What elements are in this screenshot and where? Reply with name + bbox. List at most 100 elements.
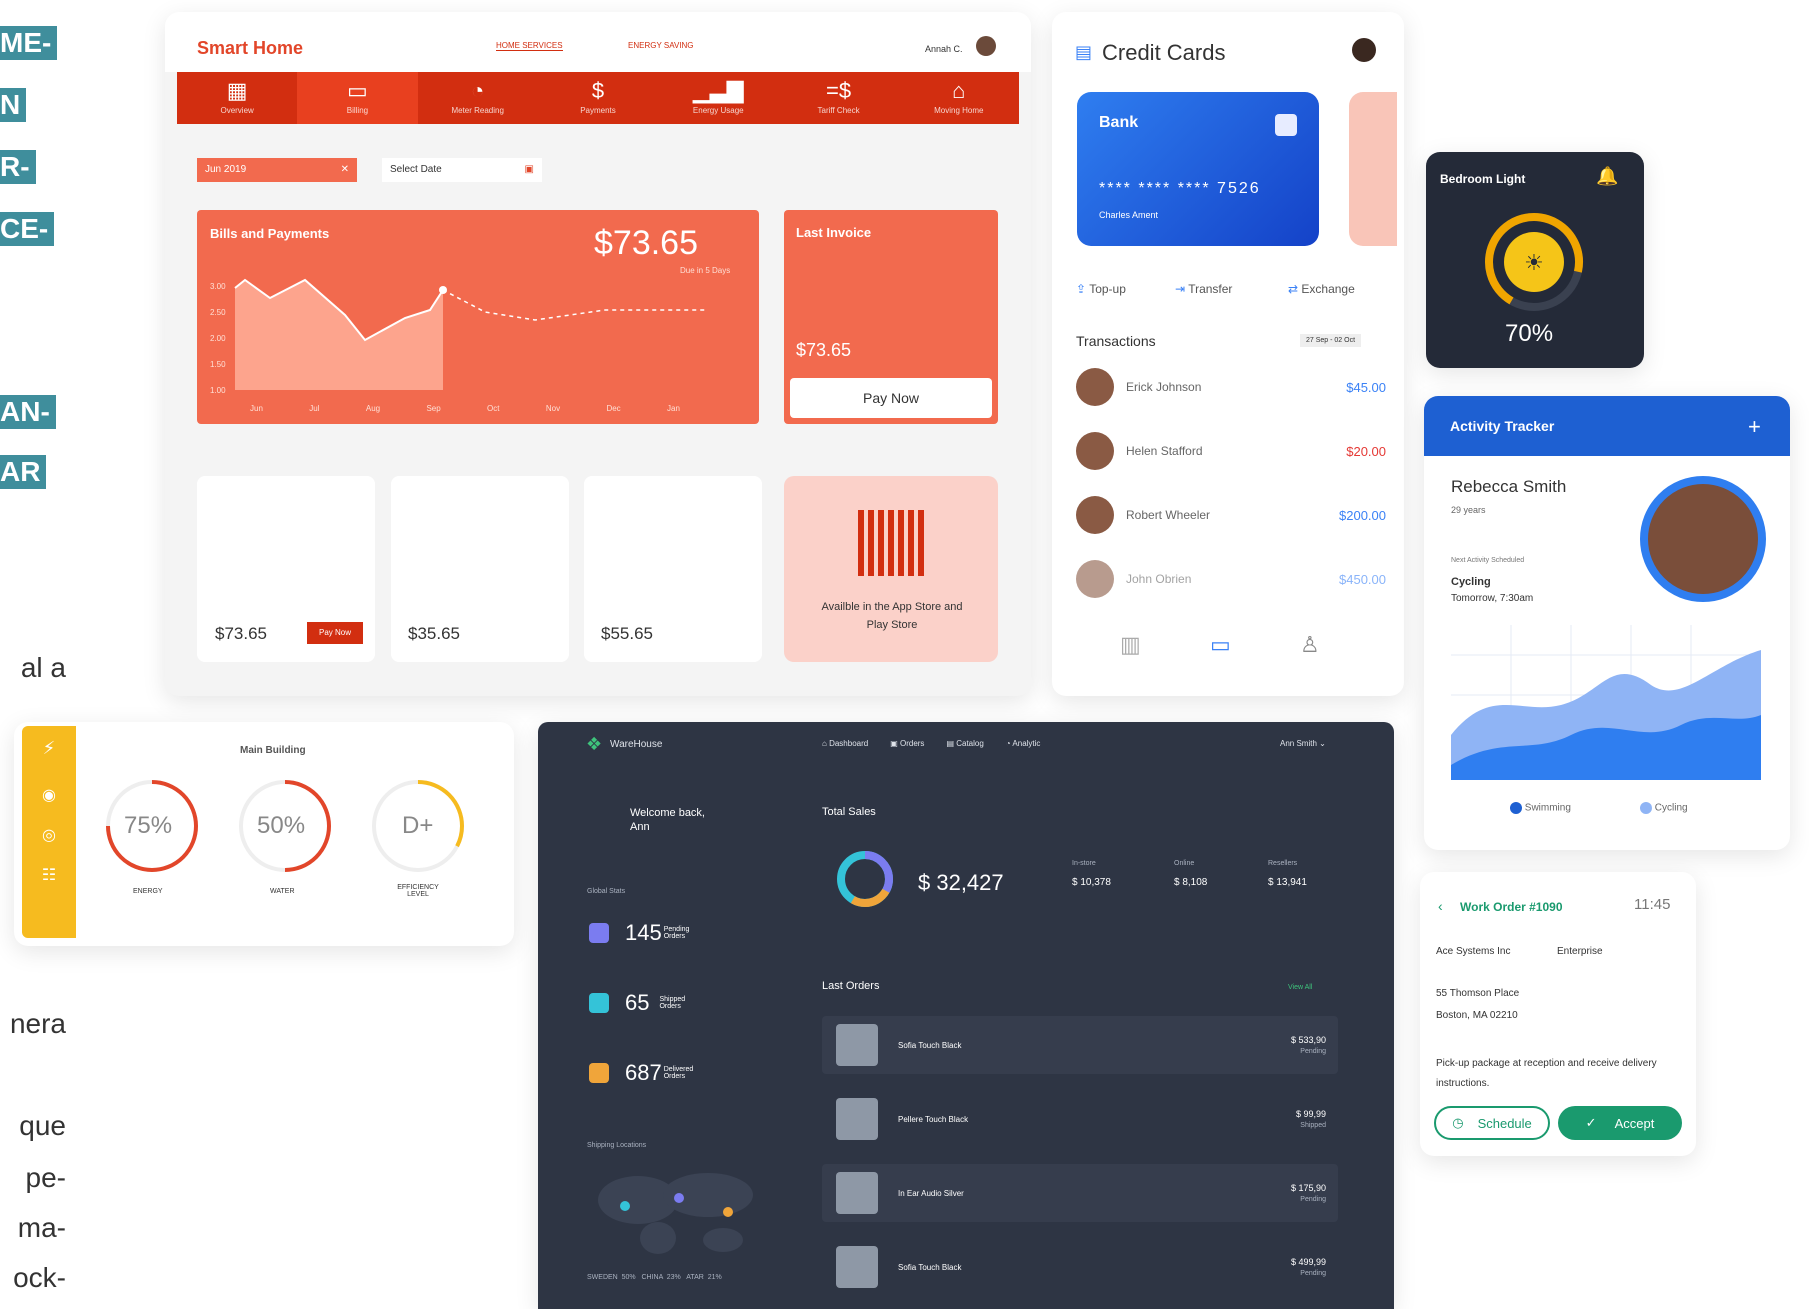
nav-tariff-check[interactable]: =$ Tariff Check <box>778 72 898 124</box>
nav-payments[interactable]: $ Payments <box>538 72 658 124</box>
card-holder: Charles Ament <box>1099 210 1159 220</box>
margin-text: ock- <box>13 1262 66 1293</box>
warehouse-brand: WareHouse <box>610 739 663 750</box>
user-name[interactable]: Annah C. <box>925 44 963 54</box>
accept-button[interactable]: ✓ Accept <box>1558 1106 1682 1140</box>
water-value: 50% <box>257 812 306 839</box>
x-tick: Jan <box>667 404 680 413</box>
energy-value: 75% <box>124 812 173 839</box>
margin-text: ma- <box>17 1212 66 1243</box>
clock-icon: ◷ <box>1452 1115 1464 1130</box>
credit-card[interactable]: Bank **** **** **** 7526 Charles Ament <box>1077 92 1319 246</box>
channel-label: In-store <box>1072 860 1096 867</box>
nav-orders[interactable]: ▣ Orders <box>890 739 924 748</box>
card-icon: ▭ <box>347 78 368 103</box>
grid-icon: ▦ <box>226 78 248 103</box>
exchange-button[interactable]: ⇄ Exchange <box>1288 282 1355 296</box>
product-image <box>836 1024 878 1066</box>
nav-analytic[interactable]: ◔ Analytic <box>1006 739 1041 748</box>
main-nav: ▦ Overview ▭ Billing ◔ Meter Reading $ Payme… <box>177 72 1019 124</box>
close-icon[interactable]: ✕ <box>341 164 349 175</box>
invoice-pay-button[interactable]: Pay Now <box>307 622 363 644</box>
x-axis-ticks: Jun Jul Aug Sep Oct Nov Dec Jan <box>250 404 680 413</box>
cards-tab-icon[interactable]: ▭ <box>1210 632 1231 658</box>
tab-energy-saving[interactable]: ENERGY SAVING <box>628 41 694 50</box>
topup-button[interactable]: ⇪ Top-up <box>1076 282 1126 296</box>
invoice-amount: $55.65 <box>601 624 653 643</box>
exchange-icon: ⇄ <box>1288 282 1299 296</box>
x-tick: Dec <box>606 404 621 413</box>
order-row[interactable]: In Ear Audio Silver $ 175,90 Pending <box>822 1164 1338 1222</box>
dollar-icon: $ <box>591 78 605 103</box>
y-tick: 3.00 <box>210 282 226 291</box>
nav-catalog[interactable]: ▤ Catalog <box>946 739 983 748</box>
tab-home-services[interactable]: HOME SERVICES <box>496 41 563 51</box>
nav-energy-usage[interactable]: ▁▃▇ Energy Usage <box>658 72 778 124</box>
next-card[interactable] <box>1349 92 1397 246</box>
pending-icon <box>589 923 609 943</box>
add-icon[interactable]: + <box>1748 414 1761 440</box>
energy-label: ENERGY <box>133 888 163 895</box>
shipped-stat: 65 Shipped Orders <box>589 990 699 1016</box>
activity-tracker-widget <box>1424 396 1790 850</box>
shipping-locations: SWEDEN 50% CHINA 23% ATAR 21% <box>587 1274 722 1281</box>
channel-value: $ 8,108 <box>1174 877 1208 888</box>
globe-icon[interactable]: ◎ <box>22 825 76 845</box>
profile-tab-icon[interactable]: ♙ <box>1300 632 1320 658</box>
channel-value: $ 10,378 <box>1072 877 1111 888</box>
product-image <box>836 1246 878 1288</box>
product-image <box>836 1172 878 1214</box>
transaction-row[interactable]: John Obrien $450.00 <box>1076 556 1386 602</box>
nav-moving-home[interactable]: ⌂ Moving Home <box>899 72 1019 124</box>
date-filter[interactable]: Jun 2019 ✕ <box>197 158 357 182</box>
settings-icon[interactable]: ☷ <box>22 865 76 885</box>
channel-value: $ 13,941 <box>1268 877 1307 888</box>
svg-text:☀: ☀ <box>1524 250 1544 275</box>
lightning-icon[interactable]: ⚡ <box>22 738 76 759</box>
work-order-time: 11:45 <box>1634 896 1671 913</box>
stats-tab-icon[interactable]: ▥ <box>1120 632 1141 658</box>
nav-billing[interactable]: ▭ Billing <box>297 72 418 124</box>
margin-label-3: R- <box>0 150 36 184</box>
transfer-button[interactable]: ⇥ Transfer <box>1175 282 1232 296</box>
efficiency-value: D+ <box>402 812 434 839</box>
order-row[interactable]: Sofia Touch Black $ 533,90 Pending <box>822 1016 1338 1074</box>
legend-cycling: Cycling <box>1640 802 1688 814</box>
back-icon[interactable]: ‹ <box>1438 898 1443 914</box>
pending-stat: 145 Pending Orders <box>589 920 704 946</box>
total-sales-label: Total Sales <box>822 806 876 818</box>
bedroom-light-title: Bedroom Light <box>1440 172 1526 186</box>
check-icon: ✓ <box>1585 1115 1597 1130</box>
last-orders-label: Last Orders <box>822 980 880 992</box>
nav-meter-reading[interactable]: ◔ Meter Reading <box>418 72 538 124</box>
product-image <box>836 1098 878 1140</box>
nav-dashboard[interactable]: ⌂ Dashboard <box>822 739 868 748</box>
view-all-link[interactable]: View All <box>1288 984 1312 991</box>
order-row[interactable]: Pellere Touch Black $ 99,99 Shipped <box>822 1090 1338 1148</box>
date-range[interactable]: 27 Sep - 02 Oct <box>1300 334 1362 347</box>
order-row[interactable]: Sofia Touch Black $ 499,99 Pending <box>822 1238 1338 1296</box>
world-map <box>598 1173 753 1254</box>
margin-label-1: ME- <box>0 26 58 60</box>
margin-text: nera <box>9 1008 66 1039</box>
bars-icon: ▁▃▇ <box>692 78 744 103</box>
user-menu[interactable]: Ann Smith ⌄ <box>1280 739 1326 748</box>
avatar[interactable] <box>976 36 996 56</box>
total-sales-value: $ 32,427 <box>918 870 1004 895</box>
pay-now-button[interactable]: Pay Now <box>790 378 992 418</box>
activity-title: Activity Tracker <box>1450 418 1555 434</box>
x-tick: Jul <box>309 404 320 413</box>
transaction-row[interactable]: Erick Johnson $45.00 <box>1076 364 1386 410</box>
schedule-button[interactable]: ◷ Schedule <box>1434 1106 1550 1140</box>
avatar <box>1076 560 1114 598</box>
sales-donut <box>837 851 893 907</box>
global-stats-label: Global Stats <box>587 888 626 895</box>
transaction-row[interactable]: Robert Wheeler $200.00 <box>1076 492 1386 538</box>
nav-overview[interactable]: ▦ Overview <box>177 72 297 124</box>
select-date-input[interactable]: Select Date ▣ <box>382 158 542 182</box>
order-price: $ 533,90 <box>1290 1035 1326 1045</box>
bell-icon[interactable]: 🔔 <box>1596 166 1618 187</box>
transaction-row[interactable]: Helen Stafford $20.00 <box>1076 428 1386 474</box>
avatar[interactable] <box>1352 38 1376 62</box>
dashboard-icon[interactable]: ◉ <box>22 785 76 805</box>
